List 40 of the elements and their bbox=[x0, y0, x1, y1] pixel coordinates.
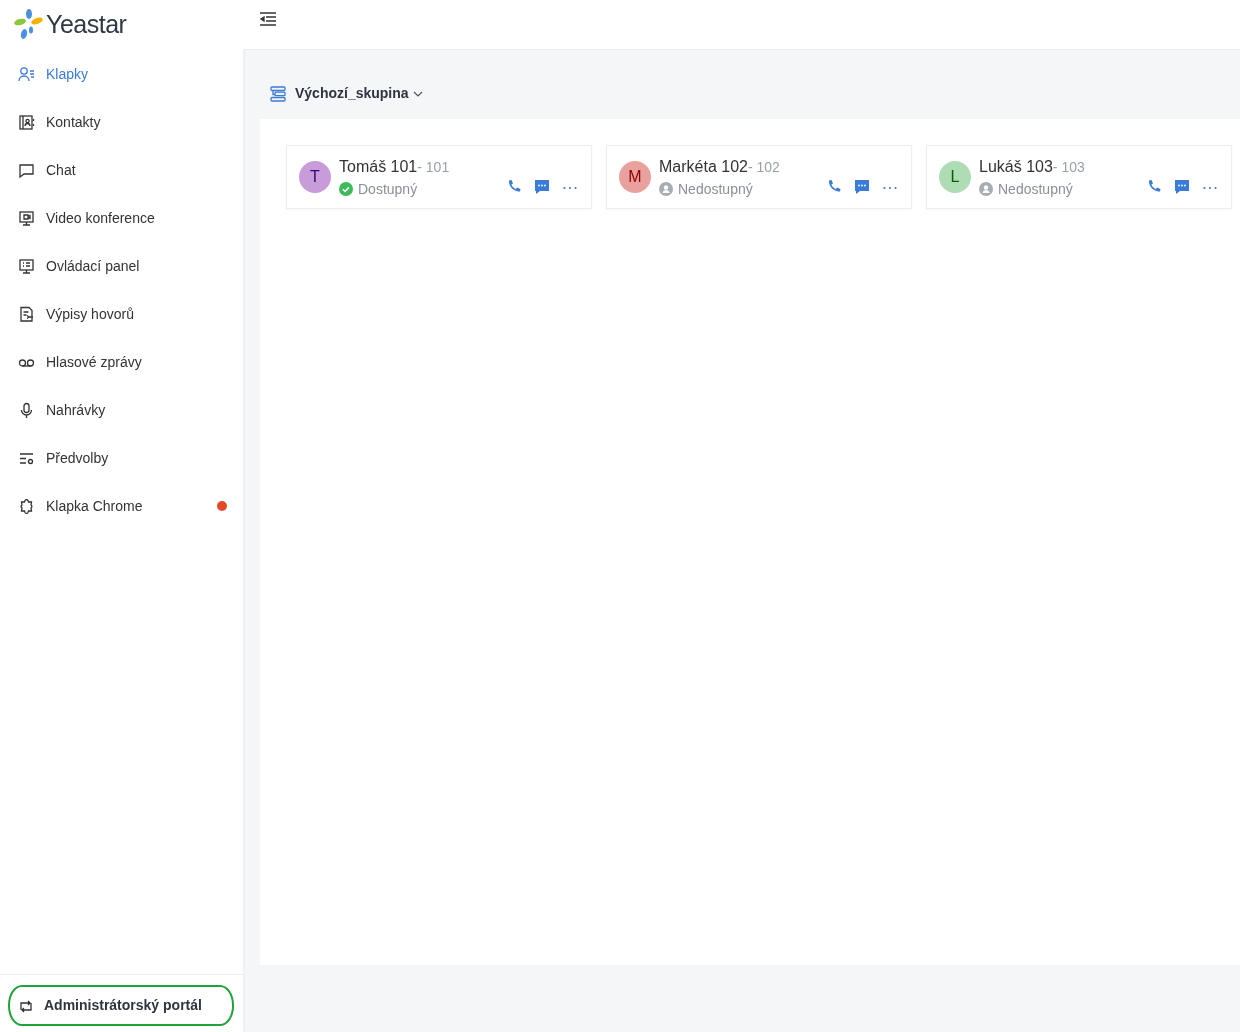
chat-icon[interactable] bbox=[853, 178, 871, 196]
avatar: M bbox=[619, 161, 651, 193]
sidebar-item[interactable]: Hlasové zprávy bbox=[0, 338, 243, 386]
extension-name: Markéta 102 bbox=[659, 157, 748, 175]
chat-icon[interactable] bbox=[1173, 178, 1191, 196]
group-icon bbox=[270, 85, 286, 102]
sidebar-item[interactable]: Klapky bbox=[0, 50, 243, 98]
document-icon bbox=[18, 305, 35, 323]
sidebar-item[interactable]: Předvolby bbox=[0, 434, 243, 482]
sidebar-item[interactable]: Nahrávky bbox=[0, 386, 243, 434]
sidebar-item[interactable]: Kontakty bbox=[0, 98, 243, 146]
brand-name: Yeastar bbox=[46, 9, 127, 41]
microphone-icon bbox=[18, 401, 35, 419]
monitor-icon bbox=[18, 257, 35, 275]
extension-number: - 103 bbox=[1052, 158, 1085, 175]
notification-dot bbox=[217, 501, 227, 511]
puzzle-icon bbox=[18, 497, 35, 515]
menu-collapse-icon[interactable] bbox=[259, 11, 277, 28]
avatar: T bbox=[299, 161, 331, 193]
extension-name: Lukáš 103 bbox=[979, 157, 1053, 175]
chat-icon bbox=[18, 161, 35, 179]
video-screen-icon bbox=[18, 209, 35, 227]
status-text: Nedostupný bbox=[678, 179, 753, 199]
person-list-icon bbox=[18, 65, 35, 83]
sidebar-item[interactable]: Klapka Chrome bbox=[0, 482, 243, 530]
extension-number: - 101 bbox=[417, 158, 450, 175]
admin-portal-button[interactable]: Administrátorský portál bbox=[8, 985, 234, 1026]
group-dropdown[interactable]: Výchozí_skupina bbox=[295, 83, 423, 104]
sidebar-item[interactable]: Ovládací panel bbox=[0, 242, 243, 290]
status-text: Nedostupný bbox=[998, 179, 1073, 199]
extension-name: Tomáš 101 bbox=[339, 157, 418, 175]
avatar: L bbox=[939, 161, 971, 193]
chat-icon[interactable] bbox=[533, 178, 551, 196]
contact-card-icon bbox=[18, 113, 35, 131]
sidebar-item[interactable]: Výpisy hovorů bbox=[0, 290, 243, 338]
sidebar-item[interactable]: Video konference bbox=[0, 194, 243, 242]
extension-number: - 102 bbox=[747, 158, 780, 175]
logo-icon bbox=[12, 8, 44, 42]
sidebar-item[interactable]: Chat bbox=[0, 146, 243, 194]
status-text: Dostupný bbox=[358, 179, 418, 199]
